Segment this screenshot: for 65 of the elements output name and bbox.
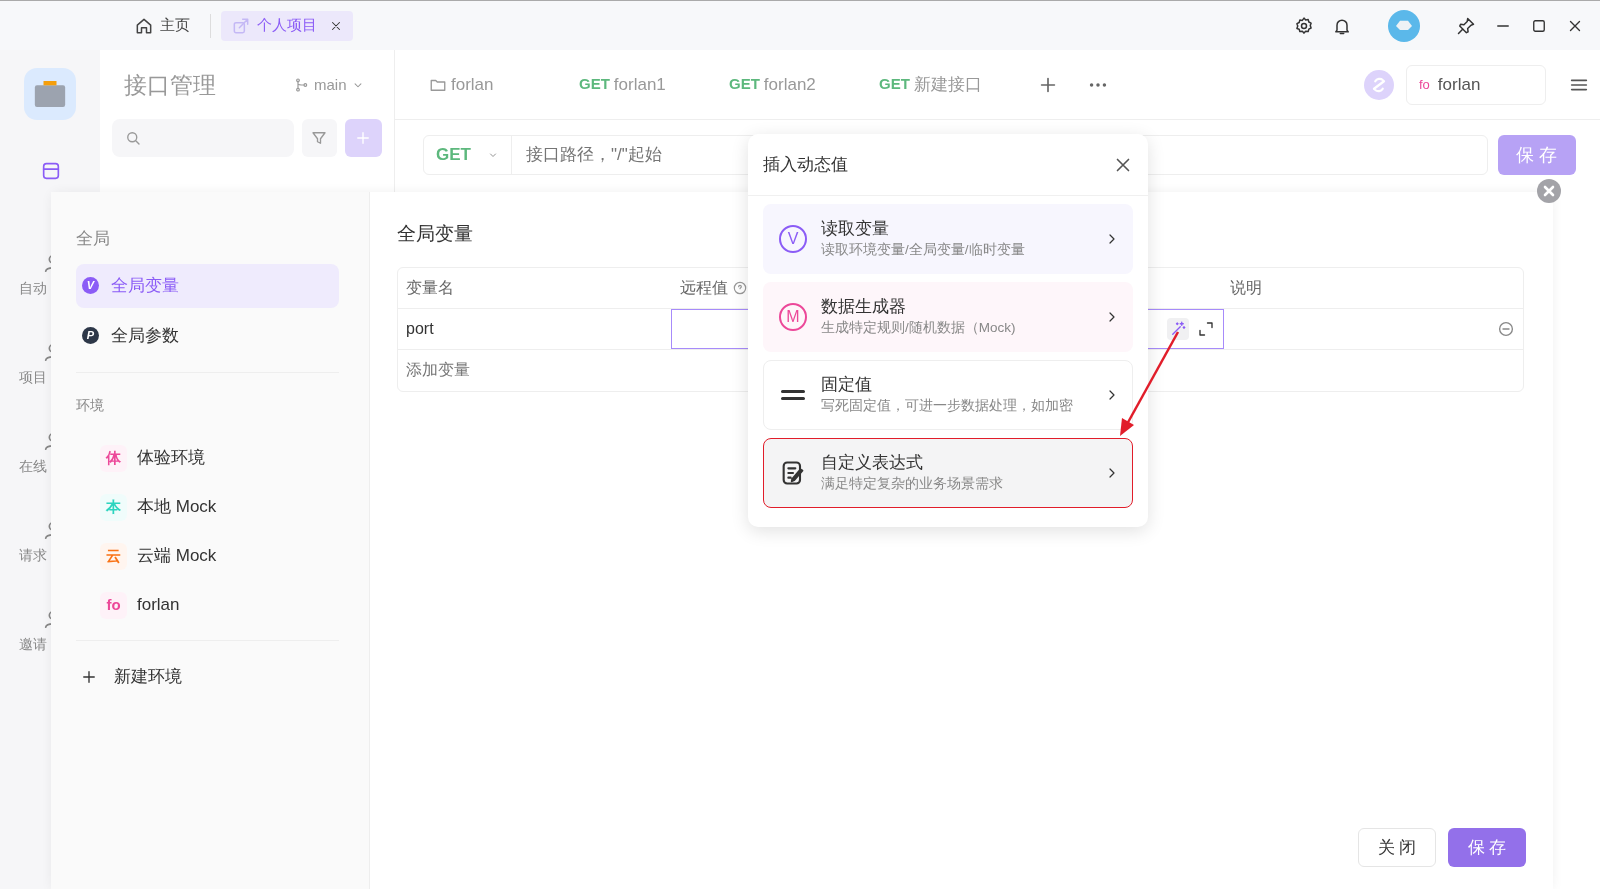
option-description: 满足特定复杂的业务场景需求 [821, 474, 1004, 493]
logo-icon [24, 68, 76, 120]
column-header: 说明 [1229, 277, 1263, 298]
module-title: 接口管理 [124, 71, 216, 100]
help-icon[interactable] [732, 279, 748, 296]
save-button[interactable]: 保 存 [1498, 135, 1576, 175]
column-header: 远程值 [680, 277, 728, 298]
environment-badge: 体 [100, 444, 127, 472]
letter-icon: P [82, 327, 99, 344]
magic-wand-icon[interactable] [1167, 317, 1189, 340]
nav-label[interactable]: 请求 [19, 545, 47, 566]
close-button[interactable]: 关 闭 [1358, 828, 1436, 867]
option-title: 自定义表达式 [821, 451, 924, 474]
option-description: 写死固定值，可进一步数据处理，如加密 [821, 396, 1074, 415]
section-title: 全局变量 [397, 222, 473, 246]
environment-badge: fo [100, 591, 127, 619]
remove-icon[interactable] [1497, 319, 1515, 338]
environment-item[interactable]: 云 云端 Mock [76, 531, 223, 581]
option-title: 固定值 [821, 373, 873, 396]
filter-button[interactable] [301, 118, 337, 157]
plus-icon [80, 668, 98, 686]
option-description: 生成特定规则/随机数据（Mock) [821, 318, 1017, 337]
letter-icon: M [779, 303, 807, 331]
section-heading: 全局 [76, 228, 111, 250]
option-title: 读取变量 [821, 217, 890, 240]
expand-icon[interactable] [1197, 319, 1215, 338]
branch-icon [294, 77, 310, 94]
settings-icon[interactable] [1294, 15, 1314, 36]
option-item[interactable]: 固定值 写死固定值，可进一步数据处理，如加密 [763, 360, 1133, 430]
api-icon[interactable] [40, 160, 62, 182]
request-tab[interactable]: forlan [417, 65, 567, 104]
title-tab[interactable]: 个人项目 [221, 10, 353, 41]
save-button[interactable]: 保 存 [1448, 828, 1526, 867]
pin-icon[interactable] [1456, 15, 1476, 36]
add-variable-field[interactable]: 添加变量 [398, 349, 658, 391]
new-environment-button[interactable]: 新建环境 [76, 652, 188, 702]
branch-selector[interactable]: main [286, 70, 373, 101]
letter-icon: V [82, 277, 99, 294]
letter-icon: V [779, 225, 807, 253]
environment-item[interactable]: 体 体验环境 [76, 433, 211, 483]
request-tab[interactable]: GET forlan2 [717, 65, 867, 104]
option-title: 数据生成器 [821, 295, 907, 318]
sidebar-item[interactable]: V 全局变量 [76, 263, 339, 308]
option-item[interactable]: M 数据生成器 生成特定规则/随机数据（Mock) [763, 282, 1133, 352]
section-heading: 环境 [76, 395, 105, 415]
table-cell-text: port [405, 318, 435, 339]
nav-label[interactable]: 自动 [19, 278, 47, 299]
sidebar-item[interactable]: P 全局参数 [76, 313, 339, 358]
title-tab[interactable]: 主页 [124, 10, 200, 41]
popover-title: 插入动态值 [763, 153, 848, 176]
option-description: 读取环境变量/全局变量/临时变量 [821, 240, 1026, 259]
request-tab[interactable]: GET forlan1 [567, 65, 717, 104]
nav-label[interactable]: 项目 [19, 367, 47, 388]
option-item[interactable]: 自定义表达式 满足特定复杂的业务场景需求 [763, 438, 1133, 508]
column-header: 变量名 [405, 277, 455, 298]
request-tab[interactable]: GET 新建接口 [867, 65, 1017, 104]
nav-label[interactable]: 在线 [19, 456, 47, 477]
environment-badge: 本 [100, 493, 127, 521]
search-field[interactable] [112, 118, 294, 157]
environment-item[interactable]: 本 本地 Mock [76, 482, 223, 532]
nav-label[interactable]: 邀请 [19, 634, 47, 655]
option-item[interactable]: V 读取变量 读取环境变量/全局变量/临时变量 [763, 204, 1133, 274]
environment-badge: 云 [100, 542, 127, 570]
environment-item[interactable]: fo forlan [76, 580, 186, 630]
environment-select[interactable]: fo forlan [1406, 64, 1546, 105]
